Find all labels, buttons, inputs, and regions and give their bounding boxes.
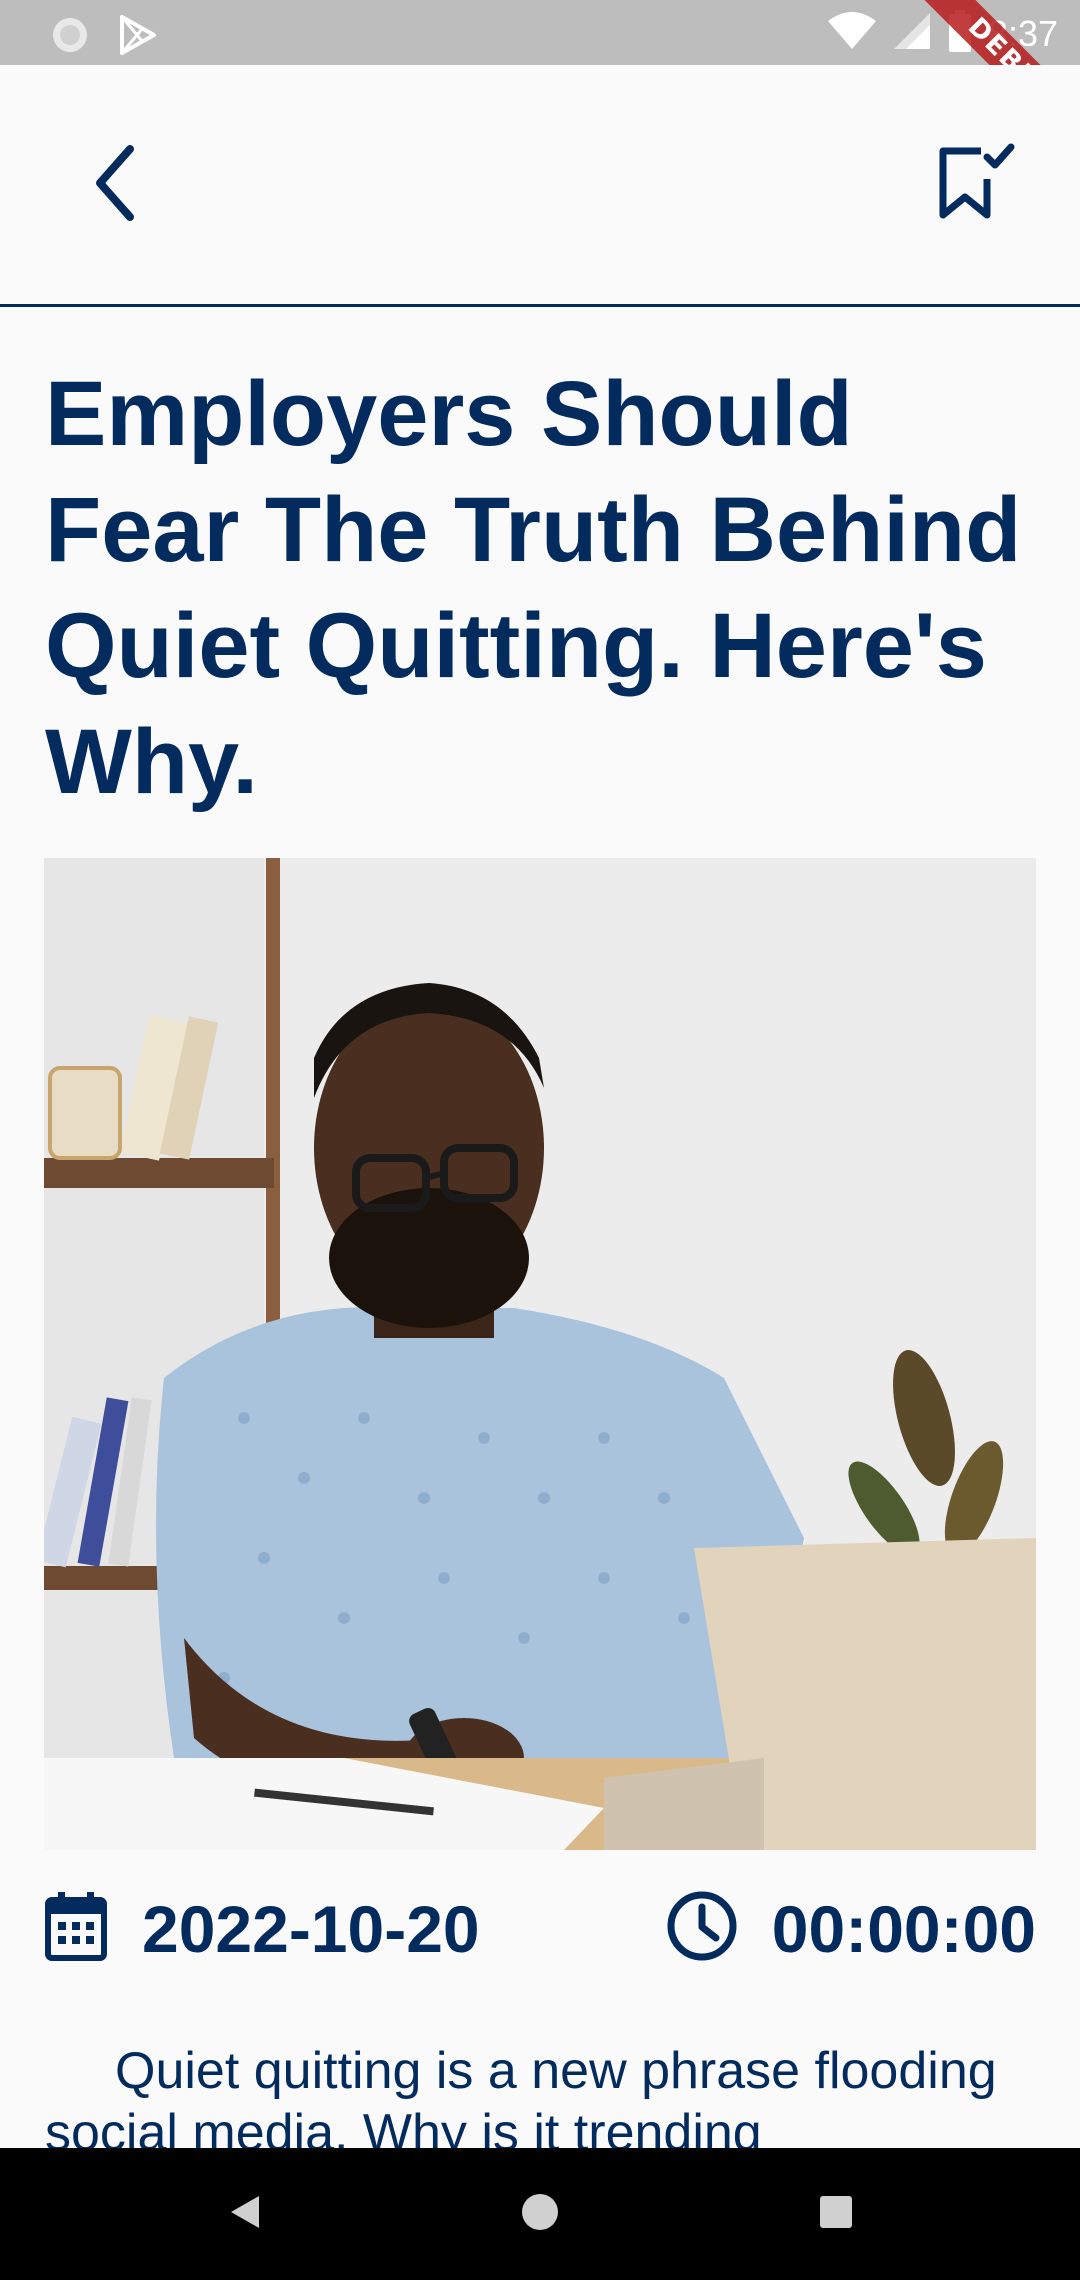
nav-recents-button[interactable] bbox=[806, 2184, 866, 2244]
triangle-back-icon bbox=[225, 2192, 265, 2237]
battery-icon bbox=[948, 10, 972, 57]
back-button[interactable] bbox=[70, 135, 160, 235]
bookmark-check-icon bbox=[935, 143, 1015, 228]
article-time: 00:00:00 bbox=[666, 1890, 1036, 1967]
sync-icon bbox=[50, 15, 90, 60]
wifi-icon bbox=[827, 11, 876, 56]
article-date: 2022-10-20 bbox=[44, 1890, 480, 1967]
clock-icon bbox=[666, 1890, 738, 1967]
article-meta: 2022-10-20 00:00:00 bbox=[44, 1890, 1036, 1980]
system-nav-bar bbox=[0, 2148, 1080, 2280]
chevron-left-icon bbox=[90, 143, 140, 228]
article-body: Quiet quitting is a new phrase flooding … bbox=[45, 2042, 997, 2148]
cell-signal-icon bbox=[892, 11, 932, 56]
circle-home-icon bbox=[520, 2192, 560, 2237]
status-bar-right: 8:37 bbox=[827, 10, 1058, 57]
article-title: Employers Should Fear The Truth Behind Q… bbox=[45, 363, 1022, 813]
nav-home-button[interactable] bbox=[510, 2184, 570, 2244]
status-bar: 8:37 bbox=[0, 0, 1080, 65]
article-hero-image bbox=[44, 858, 1036, 1850]
article-time-value: 00:00:00 bbox=[771, 1891, 1036, 1966]
calendar-icon bbox=[44, 1890, 108, 1967]
nav-back-button[interactable] bbox=[215, 2184, 275, 2244]
article-date-value: 2022-10-20 bbox=[142, 1891, 480, 1966]
status-bar-left bbox=[50, 14, 158, 61]
status-time: 8:37 bbox=[987, 12, 1058, 54]
app-bar bbox=[0, 65, 1080, 307]
square-recents-icon bbox=[816, 2192, 856, 2237]
play-store-icon bbox=[116, 14, 158, 61]
bookmark-button[interactable] bbox=[920, 135, 1030, 235]
